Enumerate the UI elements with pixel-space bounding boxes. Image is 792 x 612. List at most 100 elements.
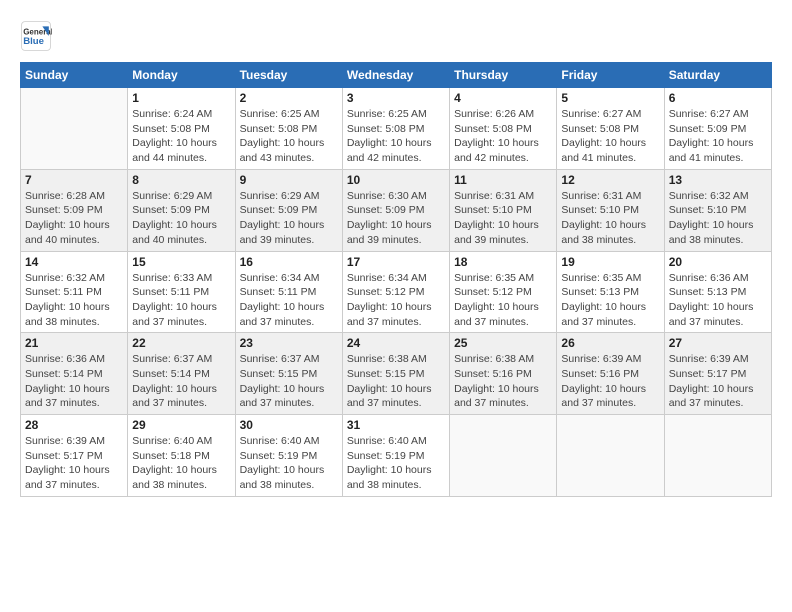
day-detail: Sunrise: 6:35 AMSunset: 5:12 PMDaylight:… — [454, 271, 552, 330]
day-detail: Sunrise: 6:39 AMSunset: 5:17 PMDaylight:… — [25, 434, 123, 493]
calendar-cell: 7Sunrise: 6:28 AMSunset: 5:09 PMDaylight… — [21, 169, 128, 251]
day-detail: Sunrise: 6:38 AMSunset: 5:16 PMDaylight:… — [454, 352, 552, 411]
day-detail: Sunrise: 6:38 AMSunset: 5:15 PMDaylight:… — [347, 352, 445, 411]
day-number: 13 — [669, 173, 767, 187]
day-number: 7 — [25, 173, 123, 187]
week-row-2: 7Sunrise: 6:28 AMSunset: 5:09 PMDaylight… — [21, 169, 772, 251]
day-detail: Sunrise: 6:37 AMSunset: 5:14 PMDaylight:… — [132, 352, 230, 411]
calendar-cell: 24 Sunrise: 6:38 AMSunset: 5:15 PMDayligh… — [342, 333, 449, 415]
weekday-header-sunday: Sunday — [21, 63, 128, 88]
calendar-cell — [557, 415, 664, 497]
calendar-cell: 11 Sunrise: 6:31 AMSunset: 5:10 PMDayligh… — [450, 169, 557, 251]
day-number: 20 — [669, 255, 767, 269]
day-number: 3 — [347, 91, 445, 105]
day-detail: Sunrise: 6:24 AMSunset: 5:08 PMDaylight:… — [132, 107, 230, 166]
day-detail: Sunrise: 6:33 AMSunset: 5:11 PMDaylight:… — [132, 271, 230, 330]
calendar-cell: 16Sunrise: 6:34 AMSunset: 5:11 PMDayligh… — [235, 251, 342, 333]
day-detail: Sunrise: 6:32 AMSunset: 5:10 PMDaylight:… — [669, 189, 767, 248]
day-detail: Sunrise: 6:31 AMSunset: 5:10 PMDaylight:… — [454, 189, 552, 248]
day-detail: Sunrise: 6:39 AMSunset: 5:17 PMDaylight:… — [669, 352, 767, 411]
day-number: 18 — [454, 255, 552, 269]
day-detail: Sunrise: 6:27 AMSunset: 5:09 PMDaylight:… — [669, 107, 767, 166]
calendar-cell: 8Sunrise: 6:29 AMSunset: 5:09 PMDaylight… — [128, 169, 235, 251]
calendar-cell: 23 Sunrise: 6:37 AMSunset: 5:15 PMDayligh… — [235, 333, 342, 415]
week-row-4: 21 Sunrise: 6:36 AMSunset: 5:14 PMDayligh… — [21, 333, 772, 415]
day-number: 4 — [454, 91, 552, 105]
day-number: 17 — [347, 255, 445, 269]
day-number: 31 — [347, 418, 445, 432]
day-number: 27 — [669, 336, 767, 350]
calendar-cell: 18 Sunrise: 6:35 AMSunset: 5:12 PMDayligh… — [450, 251, 557, 333]
day-number: 16 — [240, 255, 338, 269]
day-detail: Sunrise: 6:40 AMSunset: 5:19 PMDaylight:… — [240, 434, 338, 493]
calendar-cell: 19Sunrise: 6:35 AMSunset: 5:13 PMDayligh… — [557, 251, 664, 333]
week-row-3: 14 Sunrise: 6:32 AMSunset: 5:11 PMDayligh… — [21, 251, 772, 333]
day-detail: Sunrise: 6:36 AMSunset: 5:14 PMDaylight:… — [25, 352, 123, 411]
day-number: 15 — [132, 255, 230, 269]
calendar-cell: 27 Sunrise: 6:39 AMSunset: 5:17 PMDayligh… — [664, 333, 771, 415]
day-number: 14 — [25, 255, 123, 269]
day-number: 9 — [240, 173, 338, 187]
calendar-cell: 17Sunrise: 6:34 AMSunset: 5:12 PMDayligh… — [342, 251, 449, 333]
calendar-cell — [664, 415, 771, 497]
day-detail: Sunrise: 6:27 AMSunset: 5:08 PMDaylight:… — [561, 107, 659, 166]
day-number: 12 — [561, 173, 659, 187]
day-number: 6 — [669, 91, 767, 105]
weekday-header-thursday: Thursday — [450, 63, 557, 88]
calendar-cell: 21 Sunrise: 6:36 AMSunset: 5:14 PMDayligh… — [21, 333, 128, 415]
day-number: 5 — [561, 91, 659, 105]
day-detail: Sunrise: 6:26 AMSunset: 5:08 PMDaylight:… — [454, 107, 552, 166]
logo-icon: General Blue — [20, 20, 52, 52]
day-number: 28 — [25, 418, 123, 432]
day-number: 11 — [454, 173, 552, 187]
day-number: 23 — [240, 336, 338, 350]
day-detail: Sunrise: 6:25 AMSunset: 5:08 PMDaylight:… — [347, 107, 445, 166]
day-number: 8 — [132, 173, 230, 187]
weekday-header-saturday: Saturday — [664, 63, 771, 88]
day-number: 26 — [561, 336, 659, 350]
day-number: 1 — [132, 91, 230, 105]
weekday-header-tuesday: Tuesday — [235, 63, 342, 88]
calendar-cell — [21, 88, 128, 170]
day-number: 30 — [240, 418, 338, 432]
calendar-cell: 26Sunrise: 6:39 AMSunset: 5:16 PMDayligh… — [557, 333, 664, 415]
day-detail: Sunrise: 6:31 AMSunset: 5:10 PMDaylight:… — [561, 189, 659, 248]
page: General Blue SundayMondayTuesdayWednesda… — [0, 0, 792, 612]
day-number: 2 — [240, 91, 338, 105]
day-detail: Sunrise: 6:25 AMSunset: 5:08 PMDaylight:… — [240, 107, 338, 166]
calendar-cell: 3 Sunrise: 6:25 AMSunset: 5:08 PMDaylight… — [342, 88, 449, 170]
day-detail: Sunrise: 6:37 AMSunset: 5:15 PMDaylight:… — [240, 352, 338, 411]
day-number: 22 — [132, 336, 230, 350]
day-number: 25 — [454, 336, 552, 350]
calendar-table: SundayMondayTuesdayWednesdayThursdayFrid… — [20, 62, 772, 497]
day-detail: Sunrise: 6:30 AMSunset: 5:09 PMDaylight:… — [347, 189, 445, 248]
calendar-cell: 22 Sunrise: 6:37 AMSunset: 5:14 PMDayligh… — [128, 333, 235, 415]
weekday-header-wednesday: Wednesday — [342, 63, 449, 88]
calendar-cell: 10Sunrise: 6:30 AMSunset: 5:09 PMDayligh… — [342, 169, 449, 251]
day-detail: Sunrise: 6:32 AMSunset: 5:11 PMDaylight:… — [25, 271, 123, 330]
header: General Blue — [20, 20, 772, 52]
logo: General Blue — [20, 20, 56, 52]
week-row-1: 1 Sunrise: 6:24 AMSunset: 5:08 PMDaylight… — [21, 88, 772, 170]
day-number: 21 — [25, 336, 123, 350]
calendar-cell: 28 Sunrise: 6:39 AMSunset: 5:17 PMDayligh… — [21, 415, 128, 497]
calendar-cell: 1 Sunrise: 6:24 AMSunset: 5:08 PMDaylight… — [128, 88, 235, 170]
day-detail: Sunrise: 6:29 AMSunset: 5:09 PMDaylight:… — [240, 189, 338, 248]
calendar-cell: 9 Sunrise: 6:29 AMSunset: 5:09 PMDaylight… — [235, 169, 342, 251]
day-number: 24 — [347, 336, 445, 350]
svg-text:Blue: Blue — [23, 36, 44, 47]
calendar-cell: 13 Sunrise: 6:32 AMSunset: 5:10 PMDayligh… — [664, 169, 771, 251]
weekday-header-friday: Friday — [557, 63, 664, 88]
calendar-cell: 6 Sunrise: 6:27 AMSunset: 5:09 PMDaylight… — [664, 88, 771, 170]
calendar-cell: 29Sunrise: 6:40 AMSunset: 5:18 PMDayligh… — [128, 415, 235, 497]
calendar-cell: 15 Sunrise: 6:33 AMSunset: 5:11 PMDayligh… — [128, 251, 235, 333]
calendar-cell: 12 Sunrise: 6:31 AMSunset: 5:10 PMDayligh… — [557, 169, 664, 251]
day-number: 19 — [561, 255, 659, 269]
calendar-cell: 5 Sunrise: 6:27 AMSunset: 5:08 PMDaylight… — [557, 88, 664, 170]
weekday-header-monday: Monday — [128, 63, 235, 88]
day-detail: Sunrise: 6:40 AMSunset: 5:18 PMDaylight:… — [132, 434, 230, 493]
calendar-cell: 2 Sunrise: 6:25 AMSunset: 5:08 PMDaylight… — [235, 88, 342, 170]
calendar-cell: 14 Sunrise: 6:32 AMSunset: 5:11 PMDayligh… — [21, 251, 128, 333]
calendar-cell: 25 Sunrise: 6:38 AMSunset: 5:16 PMDayligh… — [450, 333, 557, 415]
calendar-cell: 31Sunrise: 6:40 AMSunset: 5:19 PMDayligh… — [342, 415, 449, 497]
